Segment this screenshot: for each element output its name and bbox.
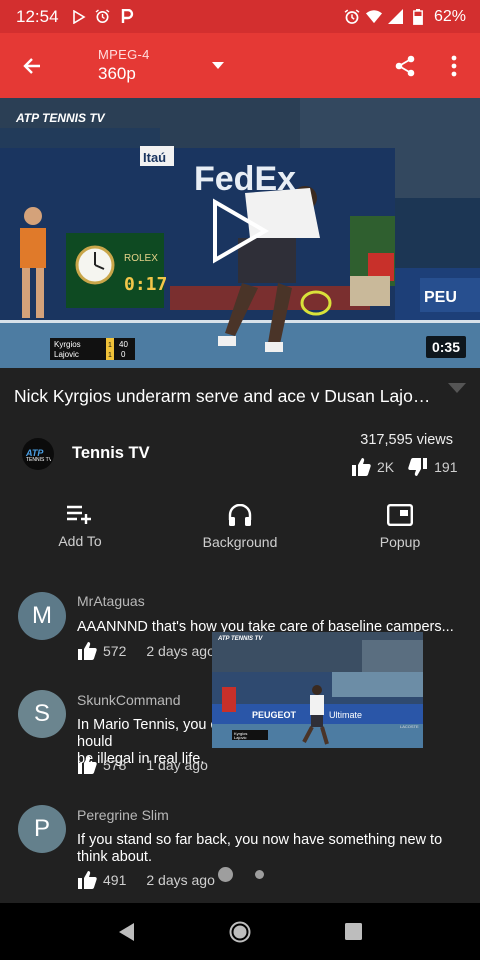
clock-brand: ROLEX [124, 253, 158, 264]
popup-banner2: Ultimate [329, 710, 362, 720]
comment-time: 2 days ago [146, 872, 215, 888]
comment-meta: 578 1 day ago [77, 756, 208, 774]
play-icon[interactable] [211, 198, 269, 264]
action-bar: Add To Background Popup [0, 494, 480, 560]
popup-banner: PEUGEOT [252, 710, 297, 720]
back-triangle-icon [118, 922, 134, 941]
video-duration: 0:35 [425, 336, 466, 358]
comment-like-count: 491 [103, 872, 127, 888]
popup-score2: Lajovic [234, 735, 246, 740]
comment-avatar[interactable]: M [18, 592, 66, 640]
status-bar: 12:54 62% [0, 0, 480, 33]
nav-home-button[interactable] [220, 912, 260, 952]
comment-text-end: hould [77, 734, 113, 750]
p-icon [119, 9, 135, 25]
sponsor-logo: FedEx [194, 160, 296, 198]
thumbs-up-icon[interactable] [77, 756, 97, 774]
score-game2: 0 [121, 350, 126, 359]
comment-meta: 491 2 days ago [77, 871, 215, 889]
comment-time: 1 day ago [146, 757, 208, 773]
tennis-tv-logo-icon: ATPTENNIS TV [25, 448, 51, 462]
add-to-label: Add To [58, 533, 102, 549]
recents-square-icon [344, 923, 362, 940]
comment-avatar[interactable]: S [18, 690, 66, 738]
status-time: 12:54 [16, 6, 59, 26]
playlist-add-icon [67, 505, 91, 524]
score-game1: 40 [119, 340, 128, 349]
alarm-icon [95, 9, 111, 25]
channel-avatar[interactable]: ATP TENNIS TV [22, 438, 54, 470]
banner-text: PEU [424, 289, 457, 306]
popup-watermark: ATP TENNIS TV [217, 636, 263, 642]
popup-label: Popup [379, 534, 421, 550]
background-label: Background [202, 534, 278, 550]
toolbar: MPEG-4 360p [0, 33, 480, 98]
like-count: 2K [377, 459, 395, 475]
back-button[interactable] [0, 33, 64, 98]
score-set1: 1 [108, 342, 112, 349]
score-player2: Lajovic [54, 350, 79, 359]
indicator-dot [255, 870, 264, 879]
battery-icon [410, 8, 426, 25]
comment-like-count: 578 [103, 757, 127, 773]
thumbs-up-icon[interactable] [77, 642, 97, 660]
wifi-icon [365, 9, 382, 25]
alarm-icon [344, 8, 360, 25]
indicator-dot [218, 867, 233, 882]
comment-text-start: In Mario Tennis, you c [77, 717, 218, 733]
svg-text:TENNIS TV: TENNIS TV [26, 457, 51, 462]
play-store-icon [71, 9, 87, 25]
video-player[interactable]: FedEx Itaú ATP TENNIS TV ROLEX 0:17 PEU … [0, 98, 480, 368]
comment-meta: 572 2 days ago [77, 642, 215, 660]
popup-button[interactable]: Popup [320, 494, 480, 560]
nav-recents-button[interactable] [333, 912, 373, 952]
comment-item: P Peregrine Slim If you stand so far bac… [0, 795, 480, 900]
thumbs-up-icon[interactable] [351, 458, 371, 476]
nav-back-button[interactable] [107, 912, 147, 952]
comment-author[interactable]: MrAtaguas [77, 593, 145, 609]
like-dislike-bar: 2K 191 [351, 458, 471, 476]
headphones-icon [228, 504, 252, 526]
title-row: Nick Kyrgios underarm serve and ace v Du… [0, 368, 480, 424]
dislike-count: 191 [434, 459, 458, 475]
home-circle-icon [229, 921, 251, 942]
channel-watermark: ATP TENNIS TV [15, 111, 106, 125]
score-player1: Kyrgios [54, 340, 81, 349]
more-vert-icon [451, 55, 457, 77]
score-set2: 1 [108, 352, 112, 359]
comment-time: 2 days ago [146, 643, 215, 659]
dropdown-caret-icon[interactable] [206, 54, 230, 78]
share-button[interactable] [390, 51, 420, 81]
arrow-left-icon [23, 57, 40, 74]
comment-author[interactable]: SkunkCommand [77, 692, 181, 708]
comment-text: If you stand so far back, you now have s… [77, 832, 443, 865]
channel-name[interactable]: Tennis TV [72, 444, 150, 463]
more-options-button[interactable] [440, 51, 468, 81]
popup-corner: LACOSTE [400, 724, 419, 729]
signal-icon [388, 9, 404, 25]
battery-percent: 62% [433, 7, 466, 25]
quality-selector[interactable]: MPEG-4 360p [98, 47, 150, 84]
background-button[interactable]: Background [160, 494, 320, 560]
view-count: 317,595 views [360, 432, 453, 448]
video-format: MPEG-4 [98, 47, 150, 62]
thumbs-down-icon[interactable] [408, 458, 428, 476]
comment-avatar[interactable]: P [18, 805, 66, 853]
video-resolution: 360p [98, 64, 136, 83]
navigation-bar [0, 903, 480, 960]
popup-icon [387, 504, 413, 526]
popup-player[interactable]: ATP TENNIS TV PEUGEOT Ultimate Kyrgios L… [212, 632, 423, 748]
comment-like-count: 572 [103, 643, 127, 659]
share-icon [395, 55, 415, 77]
bank-logo: Itaú [143, 150, 166, 165]
comment-author[interactable]: Peregrine Slim [77, 807, 169, 823]
popup-video-frame: ATP TENNIS TV PEUGEOT Ultimate Kyrgios L… [212, 632, 423, 748]
add-to-button[interactable]: Add To [0, 494, 160, 560]
video-title: Nick Kyrgios underarm serve and ace v Du… [14, 385, 438, 406]
channel-row: ATP TENNIS TV Tennis TV 317,595 views 2K … [0, 424, 480, 494]
expand-description-icon[interactable] [448, 383, 466, 393]
thumbs-up-icon[interactable] [77, 871, 97, 889]
shot-clock: 0:17 [124, 274, 167, 295]
page-indicator [218, 867, 264, 882]
